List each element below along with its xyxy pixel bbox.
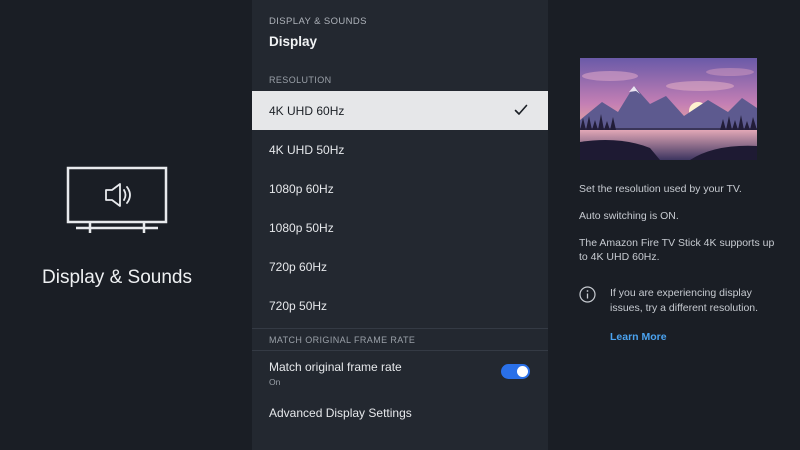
landscape-preview-image	[580, 58, 757, 160]
breadcrumb: DISPLAY & SOUNDS	[269, 16, 367, 27]
resolution-option-720p-60[interactable]: 720p 60Hz	[252, 247, 548, 286]
divider	[252, 328, 548, 329]
resolution-option-1080p-50[interactable]: 1080p 50Hz	[252, 208, 548, 247]
resolution-option-label: 1080p 60Hz	[269, 181, 334, 196]
advanced-display-settings-item[interactable]: Advanced Display Settings	[252, 396, 548, 430]
resolution-option-label: 4K UHD 50Hz	[269, 142, 345, 157]
resolution-option-label: 1080p 50Hz	[269, 220, 334, 235]
resolution-option-4k-50[interactable]: 4K UHD 50Hz	[252, 130, 548, 169]
resolution-option-label: 720p 60Hz	[269, 259, 328, 274]
resolution-option-label: 4K UHD 60Hz	[269, 103, 345, 118]
tv-speaker-icon	[66, 166, 168, 233]
match-frame-rate-toggle[interactable]	[501, 364, 530, 379]
auto-switching-status: Auto switching is ON.	[579, 210, 679, 222]
resolution-option-720p-50[interactable]: 720p 50Hz	[252, 286, 548, 325]
section-label-frame-rate: MATCH ORIGINAL FRAME RATE	[269, 335, 416, 345]
device-support-note: The Amazon Fire TV Stick 4K supports up …	[579, 237, 775, 263]
display-menu: DISPLAY & SOUNDS Display RESOLUTION 4K U…	[252, 0, 548, 450]
info-icon	[579, 286, 596, 303]
resolution-description: Set the resolution used by your TV.	[579, 183, 742, 195]
info-note: If you are experiencing display issues, …	[610, 287, 759, 314]
resolution-option-label: 720p 50Hz	[269, 298, 328, 313]
resolution-option-1080p-60[interactable]: 1080p 60Hz	[252, 169, 548, 208]
category-title: Display & Sounds	[42, 267, 192, 288]
detail-panel: Set the resolution used by your TV. Auto…	[548, 0, 800, 450]
page-title: Display	[269, 34, 318, 49]
checkmark-icon	[514, 104, 528, 115]
match-frame-rate-status: On	[269, 377, 281, 387]
learn-more-link[interactable]: Learn More	[610, 331, 667, 343]
match-frame-rate-label: Match original frame rate	[269, 360, 402, 374]
toggle-knob	[517, 366, 528, 377]
section-label-resolution: RESOLUTION	[269, 75, 332, 85]
resolution-option-4k-60[interactable]: 4K UHD 60Hz	[252, 91, 548, 130]
category-panel: Display & Sounds	[0, 0, 252, 450]
advanced-display-settings-label: Advanced Display Settings	[269, 406, 412, 420]
